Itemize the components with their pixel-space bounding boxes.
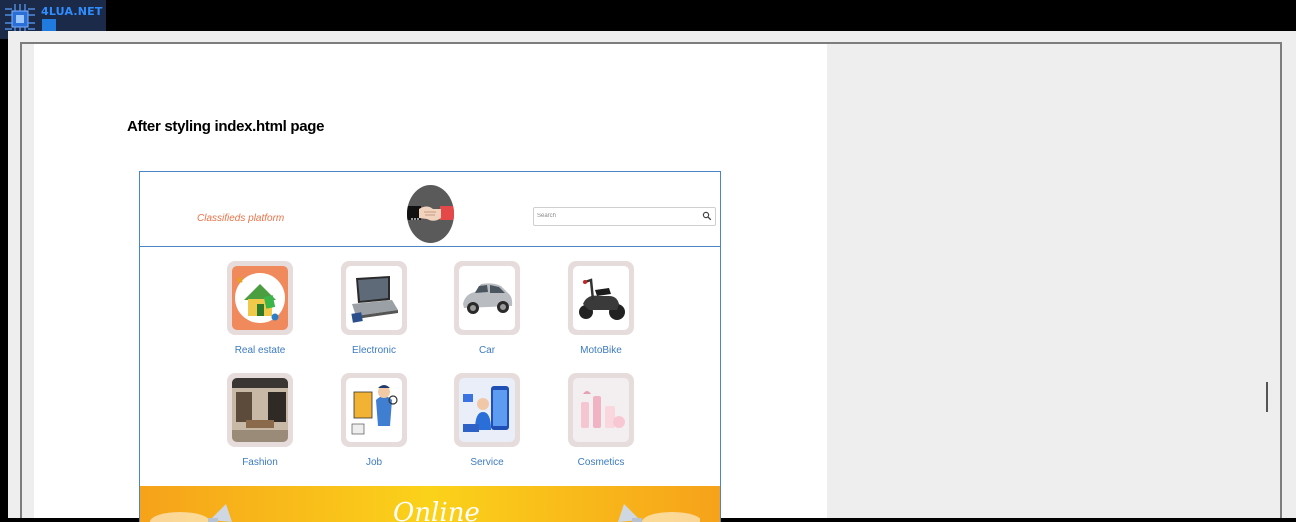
category-label[interactable]: Car (437, 345, 537, 356)
laptop-icon (351, 276, 398, 323)
frame-border-left (20, 42, 22, 518)
scrollbar-thumb[interactable] (1266, 382, 1268, 412)
phone-service-icon (463, 386, 509, 432)
category-tile[interactable] (454, 261, 520, 335)
job-icon (351, 385, 398, 435)
category-label[interactable]: Electronic (324, 345, 424, 356)
category-label[interactable]: Cosmetics (551, 457, 651, 468)
search-input[interactable] (537, 210, 697, 222)
category-tile[interactable] (227, 261, 293, 335)
category-tile[interactable] (341, 373, 407, 447)
site-title[interactable]: Classifieds platform (197, 213, 284, 224)
watermark-brand: 4LUA.NET (41, 5, 103, 18)
website-screenshot: Classifieds platform Search Real estate … (139, 171, 721, 522)
car-icon (463, 283, 513, 314)
search-field[interactable] (533, 207, 716, 226)
category-label[interactable]: Fashion (210, 457, 310, 468)
frame-border-right (1280, 42, 1282, 518)
search-icon[interactable] (702, 211, 712, 221)
category-label[interactable]: Real estate (210, 345, 310, 356)
category-tile[interactable] (568, 261, 634, 335)
category-tile[interactable] (341, 261, 407, 335)
cosmetics-icon (581, 391, 625, 428)
promo-banner[interactable]: Online (140, 486, 720, 522)
scooter-icon (579, 278, 625, 320)
house-icon (235, 273, 285, 323)
category-tile[interactable] (454, 373, 520, 447)
document-viewer: After styling index.html page Classified… (8, 31, 1296, 522)
site-header: Classifieds platform (140, 172, 720, 247)
category-label[interactable]: MotoBike (551, 345, 651, 356)
page-heading: After styling index.html page (127, 118, 325, 135)
store-icon (232, 378, 288, 442)
category-label[interactable]: Service (437, 457, 537, 468)
handshake-logo-icon[interactable] (407, 185, 454, 243)
document-page: After styling index.html page Classified… (34, 44, 827, 522)
banner-text: Online (393, 498, 480, 522)
category-tile[interactable] (227, 373, 293, 447)
category-tile[interactable] (568, 373, 634, 447)
category-label[interactable]: Job (324, 457, 424, 468)
